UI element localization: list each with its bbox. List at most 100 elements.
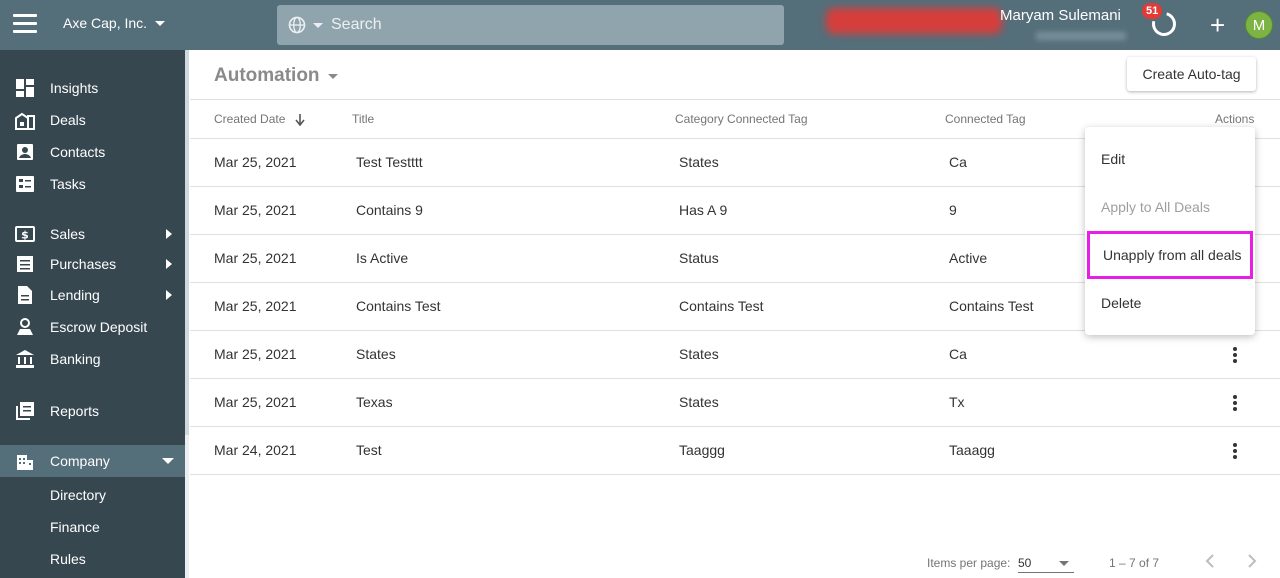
purchases-icon [17, 256, 33, 272]
chevron-right-icon[interactable] [1244, 554, 1258, 568]
sidebar-item-label: Reports [50, 403, 100, 419]
tasks-icon [16, 176, 34, 192]
sidebar-subitem-directory[interactable]: Directory [0, 480, 185, 510]
sidebar-scrollbar[interactable] [185, 50, 189, 578]
menu-item-unapply-from-all-deals[interactable]: Unapply from all deals [1087, 231, 1253, 279]
cell-date: Mar 24, 2021 [214, 442, 297, 458]
svg-text:$: $ [21, 229, 29, 242]
redacted-region [826, 8, 1002, 34]
redacted-region-secondary [1036, 32, 1126, 40]
chevron-down-icon [162, 458, 174, 464]
cell-category: Status [679, 250, 719, 266]
cell-date: Mar 25, 2021 [214, 298, 297, 314]
company-switcher[interactable]: Axe Cap, Inc. [63, 15, 166, 31]
globe-icon[interactable] [287, 15, 307, 35]
sidebar-item-label: Tasks [50, 176, 86, 192]
cell-title: Texas [356, 394, 393, 410]
chevron-right-icon [166, 229, 172, 239]
chevron-left-icon[interactable] [1204, 554, 1218, 568]
search-scope-chevron-icon[interactable] [313, 22, 323, 28]
sidebar-item-label: Sales [50, 226, 86, 242]
sidebar-item-tasks[interactable]: Tasks [0, 169, 185, 199]
sidebar-item-label: Deals [50, 112, 86, 128]
sidebar-item-insights[interactable]: Insights [0, 73, 185, 103]
cell-title: Is Active [356, 250, 409, 266]
user-name[interactable]: Maryam Sulemani [1000, 7, 1121, 24]
cell-date: Mar 25, 2021 [214, 346, 297, 362]
column-category-connected-tag[interactable]: Category Connected Tag [675, 112, 808, 126]
deals-icon [15, 112, 35, 130]
cell-tag: Ca [949, 154, 967, 170]
column-created-date[interactable]: Created Date [214, 112, 305, 126]
more-vert-icon[interactable] [1230, 393, 1240, 413]
more-vert-icon[interactable] [1230, 345, 1240, 365]
cell-title: Test Testttt [356, 154, 423, 170]
column-actions: Actions [1215, 112, 1255, 126]
paginator: Items per page: 50 1 – 7 of 7 [190, 545, 1280, 578]
items-per-page-value: 50 [1018, 556, 1032, 570]
sort-arrow-down-icon [295, 113, 305, 126]
sidebar-item-sales[interactable]: $ Sales [0, 219, 185, 249]
sidebar-item-contacts[interactable]: Contacts [0, 137, 185, 167]
cell-date: Mar 25, 2021 [214, 154, 297, 170]
cell-tag: Contains Test [949, 298, 1034, 314]
column-title[interactable]: Title [352, 112, 374, 126]
items-per-page-label: Items per page: [927, 556, 1011, 570]
items-per-page-select[interactable]: 50 [1018, 553, 1074, 573]
column-connected-tag[interactable]: Connected Tag [945, 112, 1026, 126]
chevron-down-icon [1059, 561, 1069, 566]
sidebar-item-label: Purchases [50, 256, 117, 272]
create-auto-tag-button[interactable]: Create Auto-tag [1127, 57, 1256, 91]
sidebar-item-company[interactable]: Company [0, 445, 185, 477]
lending-icon [18, 286, 32, 304]
cell-title: Contains 9 [356, 202, 423, 218]
sales-icon: $ [15, 226, 35, 242]
search-bar [277, 5, 784, 45]
menu-icon[interactable] [13, 14, 37, 34]
page-title-text: Automation [214, 65, 320, 86]
insights-icon [16, 79, 34, 97]
reports-icon [16, 402, 34, 420]
sidebar-item-reports[interactable]: Reports [0, 396, 185, 426]
sidebar-item-lending[interactable]: Lending [0, 280, 185, 310]
sidebar-item-label: Finance [50, 519, 100, 535]
cell-tag: Taaagg [949, 442, 995, 458]
cell-category: States [679, 394, 719, 410]
cell-tag: Tx [949, 394, 965, 410]
cell-date: Mar 25, 2021 [214, 202, 297, 218]
sidebar-item-banking[interactable]: Banking [0, 344, 185, 374]
cell-category: States [679, 346, 719, 362]
actions-menu: Edit Apply to All Deals Unapply from all… [1085, 127, 1255, 335]
menu-item-edit[interactable]: Edit [1085, 135, 1255, 183]
sidebar-item-purchases[interactable]: Purchases [0, 249, 185, 279]
chevron-right-icon [166, 259, 172, 269]
more-vert-icon[interactable] [1230, 441, 1240, 461]
page-range: 1 – 7 of 7 [1109, 556, 1160, 570]
add-icon[interactable]: + [1210, 12, 1225, 38]
sidebar-subitem-finance[interactable]: Finance [0, 512, 185, 542]
page-title[interactable]: Automation [214, 65, 338, 87]
sidebar-item-deals[interactable]: Deals [0, 105, 185, 135]
avatar[interactable]: M [1245, 11, 1273, 39]
scrollbar-thumb[interactable] [185, 50, 189, 435]
top-bar: Axe Cap, Inc. Maryam Sulemani 51 + M [0, 0, 1280, 50]
sidebar-item-label: Contacts [50, 144, 106, 160]
chevron-down-icon [155, 20, 166, 26]
sidebar: Insights Deals Contacts Tasks $ Sales Pu… [0, 50, 185, 578]
table-row[interactable]: Mar 25, 2021 States States Ca [190, 331, 1280, 379]
menu-item-delete[interactable]: Delete [1085, 279, 1255, 327]
sidebar-item-escrow-deposit[interactable]: Escrow Deposit [0, 312, 185, 342]
cell-tag: Active [949, 250, 988, 266]
sidebar-item-label: Directory [50, 487, 107, 503]
cell-category: Has A 9 [679, 202, 728, 218]
sidebar-subitem-rules[interactable]: Rules [0, 544, 185, 574]
chevron-right-icon [166, 290, 172, 300]
chevron-down-icon [327, 73, 338, 79]
sidebar-item-label: Company [50, 453, 110, 469]
table-row[interactable]: Mar 24, 2021 Test Taaggg Taaagg [190, 427, 1280, 475]
company-name: Axe Cap, Inc. [63, 15, 148, 31]
table-row[interactable]: Mar 25, 2021 Texas States Tx [190, 379, 1280, 427]
cell-category: Contains Test [679, 298, 764, 314]
search-input[interactable] [331, 16, 731, 34]
menu-item-apply-to-all-deals[interactable]: Apply to All Deals [1085, 183, 1255, 231]
